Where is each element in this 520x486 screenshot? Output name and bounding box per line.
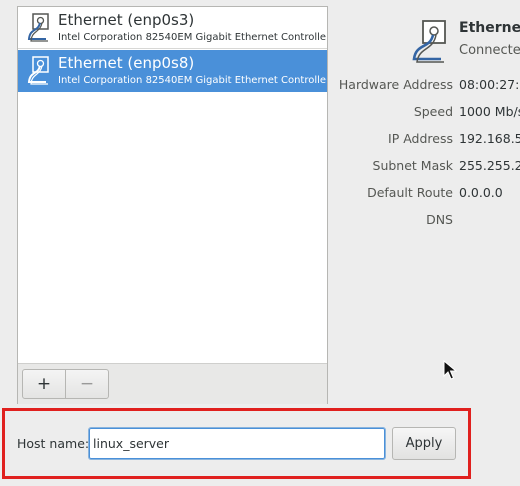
host-name-input[interactable]: [88, 427, 386, 460]
speed-label: Speed: [413, 104, 453, 119]
default-route-label: Default Route: [367, 185, 453, 200]
ethernet-icon: [27, 13, 49, 42]
device-name: Ethernet: [459, 20, 520, 36]
connection-list-toolbar: + −: [18, 363, 327, 404]
connection-description: Intel Corporation 82540EM Gigabit Ethern…: [58, 32, 327, 43]
subnet-mask-value: 255.255.2: [459, 158, 520, 173]
add-connection-button[interactable]: +: [22, 369, 66, 399]
connection-list-panel: Ethernet (enp0s3) Intel Corporation 8254…: [17, 6, 328, 404]
connection-item-enp0s8[interactable]: Ethernet (enp0s8) Intel Corporation 8254…: [18, 50, 327, 92]
host-name-label: Host name:: [17, 436, 90, 451]
connection-name: Ethernet (enp0s8): [58, 54, 195, 72]
connection-name: Ethernet (enp0s3): [58, 11, 195, 29]
connection-status: Connected: [459, 43, 520, 58]
speed-value: 1000 Mb/s: [459, 104, 520, 119]
ethernet-icon: [412, 20, 446, 63]
default-route-value: 0.0.0.0: [459, 185, 503, 200]
apply-button[interactable]: Apply: [392, 427, 456, 460]
hardware-address-value: 08:00:27:0: [459, 77, 520, 92]
dns-label: DNS: [426, 212, 453, 227]
ethernet-icon: [27, 56, 49, 85]
connection-description: Intel Corporation 82540EM Gigabit Ethern…: [58, 75, 327, 86]
connection-item-enp0s3[interactable]: Ethernet (enp0s3) Intel Corporation 8254…: [18, 7, 327, 49]
ip-address-label: IP Address: [388, 131, 453, 146]
ip-address-value: 192.168.5: [459, 131, 520, 146]
remove-connection-button[interactable]: −: [65, 369, 109, 399]
hardware-address-label: Hardware Address: [338, 77, 453, 92]
subnet-mask-label: Subnet Mask: [372, 158, 453, 173]
mouse-pointer-icon: [443, 360, 457, 380]
